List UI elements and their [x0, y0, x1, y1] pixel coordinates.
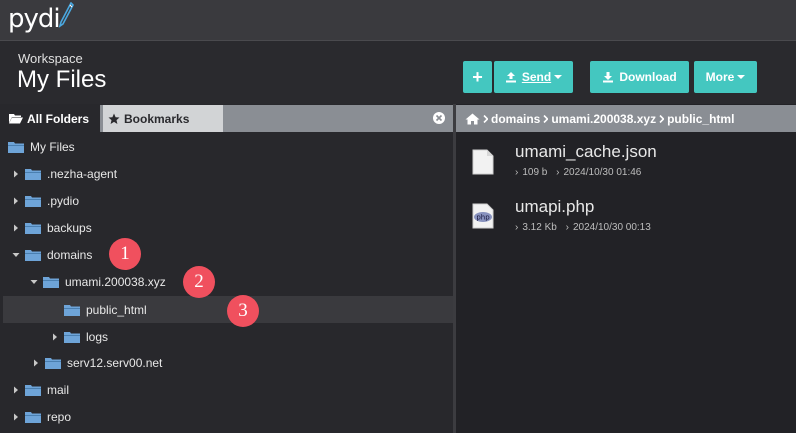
star-icon	[108, 113, 120, 124]
send-label: Send	[521, 70, 552, 84]
folder-icon	[64, 304, 80, 316]
svg-text:php: php	[476, 214, 490, 222]
annotation-badge-2: 2	[183, 266, 215, 298]
tree-item-label: public_html	[86, 302, 147, 317]
page-title: My Files	[17, 66, 107, 93]
tree-item-mail[interactable]: mail	[3, 376, 453, 403]
folder-icon	[25, 249, 41, 261]
folder-icon	[43, 276, 59, 288]
tree-item-nezha-agent[interactable]: .nezha-agent	[3, 160, 453, 187]
download-icon	[603, 72, 614, 83]
top-bar: pydi	[0, 0, 796, 41]
tree-item-logs[interactable]: logs	[3, 323, 453, 350]
tree-item-label: umami.200038.xyz	[65, 274, 166, 289]
tree-item-label: My Files	[30, 139, 75, 154]
folder-icon	[25, 168, 41, 180]
folder-icon	[25, 384, 41, 396]
more-label: More	[705, 70, 735, 84]
folder-icon	[25, 411, 41, 423]
pen-icon	[58, 2, 74, 28]
panel-tabs: All Folders Bookmarks	[3, 105, 453, 132]
folder-icon	[45, 357, 61, 369]
tree-item-label: mail	[47, 382, 70, 397]
tree-item-umami[interactable]: umami.200038.xyz	[3, 268, 453, 295]
pydio-logo[interactable]: pydi	[8, 2, 74, 36]
tree-item-label: .nezha-agent	[47, 166, 118, 181]
logo-text: pydi	[8, 4, 61, 34]
tree-item-label: domains	[47, 247, 93, 262]
tree-item-domains[interactable]: domains	[3, 241, 453, 268]
download-button[interactable]: Download	[590, 61, 689, 93]
tree-item-backups[interactable]: backups	[3, 214, 453, 241]
annotation-badge-1: 1	[109, 238, 141, 270]
upload-icon	[505, 72, 516, 83]
file-meta: › 109 b › 2024/10/30 01:46	[515, 167, 642, 178]
chevron-right-icon[interactable]	[11, 223, 21, 233]
chevron-right-icon	[659, 112, 665, 126]
folder-open-icon	[9, 114, 23, 124]
folder-icon	[8, 141, 24, 153]
file-row[interactable]: umami_cache.json › 109 b › 2024/10/30 01:4…	[470, 142, 770, 186]
tab-all-folders-label: All Folders	[27, 111, 90, 126]
breadcrumb-item-umami[interactable]: umami.200038.xyz	[551, 112, 656, 126]
chevron-right-icon[interactable]	[11, 412, 21, 422]
php-file-icon: php	[472, 203, 494, 229]
folder-icon	[64, 331, 80, 343]
file-size: 3.12 Kb	[522, 222, 557, 233]
tree-item-repo[interactable]: repo	[3, 403, 453, 430]
home-icon[interactable]	[465, 113, 480, 125]
breadcrumb: domains umami.200038.xyz public_html	[456, 105, 796, 132]
chevron-down-icon[interactable]	[29, 277, 39, 287]
chevron-right-icon[interactable]	[50, 332, 60, 342]
new-button[interactable]: +	[463, 61, 492, 93]
tab-bookmarks-label: Bookmarks	[124, 111, 190, 126]
chevron-right-icon[interactable]	[11, 169, 21, 179]
send-button[interactable]: Send	[494, 61, 573, 93]
tree-item-label: .pydio	[47, 193, 80, 208]
annotation-badge-3: 3	[227, 295, 259, 327]
chevron-down-icon[interactable]	[11, 250, 21, 260]
file-date: 2024/10/30 01:46	[563, 167, 642, 178]
breadcrumb-item-domains[interactable]: domains	[491, 112, 540, 126]
tree-item-my-files[interactable]: My Files	[3, 133, 453, 160]
tree-item-serv12[interactable]: serv12.serv00.net	[3, 349, 453, 376]
workspace-label: Workspace	[18, 51, 83, 66]
tree-item-label: backups	[47, 220, 92, 235]
plus-icon: +	[472, 66, 483, 87]
caret-down-icon	[737, 75, 746, 79]
json-file-icon	[472, 149, 494, 175]
caret-down-icon	[554, 75, 563, 79]
file-row[interactable]: php umapi.php › 3.12 Kb › 2024/10/30 00:13	[470, 197, 770, 241]
file-meta: › 3.12 Kb › 2024/10/30 00:13	[515, 222, 651, 233]
chevron-right-icon[interactable]	[31, 358, 41, 368]
chevron-right-icon	[543, 112, 549, 126]
file-date: 2024/10/30 00:13	[572, 222, 651, 233]
chevron-right-icon[interactable]	[11, 196, 21, 206]
more-button[interactable]: More	[694, 61, 757, 93]
breadcrumb-item-public-html[interactable]: public_html	[667, 112, 734, 126]
tab-bookmarks[interactable]: Bookmarks	[103, 105, 223, 132]
folder-icon	[25, 195, 41, 207]
file-name[interactable]: umami_cache.json	[515, 142, 657, 162]
file-size: 109 b	[522, 167, 548, 178]
chevron-right-icon[interactable]	[11, 385, 21, 395]
tree-item-label: logs	[86, 329, 109, 344]
tab-all-folders[interactable]: All Folders	[3, 105, 100, 132]
close-icon[interactable]	[433, 112, 445, 124]
tree-item-label: repo	[47, 409, 72, 424]
file-name[interactable]: umapi.php	[515, 197, 594, 217]
folder-icon	[25, 222, 41, 234]
download-label: Download	[619, 70, 677, 84]
tree-item-label: serv12.serv00.net	[67, 355, 163, 370]
chevron-right-icon	[483, 112, 489, 126]
tree-item-pydio[interactable]: .pydio	[3, 187, 453, 214]
